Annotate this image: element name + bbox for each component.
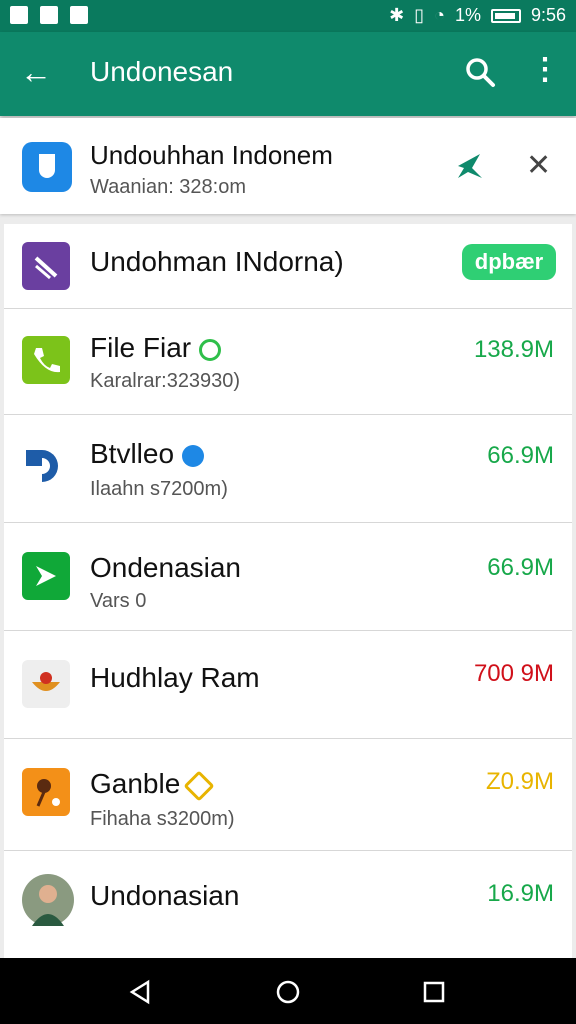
list-item-title: Btvlleo bbox=[90, 438, 205, 470]
app-banner[interactable]: Undouhhan Indonem Waanian: 328:om ✕ bbox=[0, 118, 576, 214]
list-item[interactable]: Ondenasian Vars 0 66.9M bbox=[4, 522, 572, 631]
app-bar: ← Undonesan ⋮ bbox=[0, 32, 576, 116]
status-icons: ✱ ▯ ◔ 1% 9:56 bbox=[389, 5, 566, 26]
app-icon bbox=[22, 660, 70, 708]
list-item[interactable]: Undohman INdorna) dpbær bbox=[4, 224, 572, 309]
list-item-title-text: Btvlleo bbox=[90, 438, 175, 469]
notification-icon bbox=[70, 6, 88, 24]
banner-app-name: Undouhhan Indonem bbox=[90, 140, 333, 170]
list-item-title: File Fiar bbox=[90, 332, 222, 364]
avatar bbox=[22, 874, 74, 926]
app-icon bbox=[22, 768, 70, 816]
app-icon bbox=[22, 442, 70, 490]
app-icon bbox=[22, 552, 70, 600]
size-value: Z0.9M bbox=[485, 768, 554, 795]
close-icon[interactable]: ✕ bbox=[526, 148, 551, 183]
back-nav-icon[interactable] bbox=[126, 978, 154, 1006]
notification-icon bbox=[10, 6, 28, 24]
size-value: 138.9M bbox=[473, 336, 554, 363]
size-value: 16.9M bbox=[487, 880, 554, 907]
list-item[interactable]: Ganble Fihaha s3200m) Z0.9M bbox=[4, 738, 572, 851]
notification-icons bbox=[10, 6, 88, 24]
list-item-title-text: File Fiar bbox=[90, 332, 192, 363]
wifi-icon: ◔ bbox=[434, 5, 445, 25]
list-item-subtitle: Ilaahn s7200m) bbox=[90, 478, 228, 500]
list-item[interactable]: File Fiar Karalrar:323930) 138.9M bbox=[4, 308, 572, 415]
verified-icon bbox=[183, 770, 215, 802]
more-vert-icon[interactable]: ⋮ bbox=[530, 54, 560, 86]
page-title: Undonesan bbox=[90, 56, 234, 87]
list-item-title: Ondenasian bbox=[90, 552, 242, 583]
list-item[interactable]: Undonasian 16.9M bbox=[4, 850, 572, 958]
banner-subtitle: Waanian: 328:om bbox=[90, 176, 247, 198]
size-value: 66.9M bbox=[487, 554, 554, 581]
battery-percent: 1% bbox=[454, 5, 481, 25]
list-item-subtitle: Karalrar:323930) bbox=[90, 370, 241, 392]
app-list: Undohman INdorna) dpbær File Fiar Karalr… bbox=[4, 224, 572, 958]
list-item-title: Undohman INdorna) bbox=[90, 246, 344, 277]
list-item-subtitle: Vars 0 bbox=[90, 590, 147, 612]
status-bar: ✱ ▯ ◔ 1% 9:56 bbox=[0, 0, 576, 32]
phone-icon bbox=[22, 336, 70, 384]
app-icon bbox=[22, 242, 70, 290]
status-badge[interactable]: dpbær bbox=[462, 244, 556, 280]
size-value: 66.9M bbox=[487, 442, 554, 469]
pin-icon[interactable] bbox=[454, 150, 486, 182]
recents-nav-icon[interactable] bbox=[420, 978, 448, 1006]
navigation-bar bbox=[0, 958, 576, 1024]
list-item-subtitle: Fihaha s3200m) bbox=[90, 808, 235, 830]
verified-icon bbox=[199, 338, 222, 361]
list-item-title: Undonasian bbox=[90, 880, 240, 911]
home-nav-icon[interactable] bbox=[274, 978, 302, 1006]
app-icon bbox=[22, 142, 72, 192]
size-value: 700 9M bbox=[473, 660, 554, 687]
list-item-title-text: Ganble bbox=[90, 768, 181, 799]
list-item[interactable]: Btvlleo Ilaahn s7200m) 66.9M bbox=[4, 414, 572, 523]
list-item[interactable]: Hudhlay Ram 700 9M bbox=[4, 630, 572, 739]
search-icon[interactable] bbox=[464, 56, 496, 88]
vibrate-icon: ▯ bbox=[414, 5, 425, 25]
clock: 9:56 bbox=[530, 5, 566, 25]
verified-icon bbox=[182, 444, 205, 467]
list-item-title: Hudhlay Ram bbox=[90, 662, 260, 693]
notification-icon bbox=[40, 6, 58, 24]
battery-icon bbox=[490, 8, 521, 23]
list-item-title: Ganble bbox=[90, 768, 215, 802]
back-arrow-icon[interactable]: ← bbox=[20, 54, 52, 90]
bluetooth-icon: ✱ bbox=[389, 5, 405, 25]
